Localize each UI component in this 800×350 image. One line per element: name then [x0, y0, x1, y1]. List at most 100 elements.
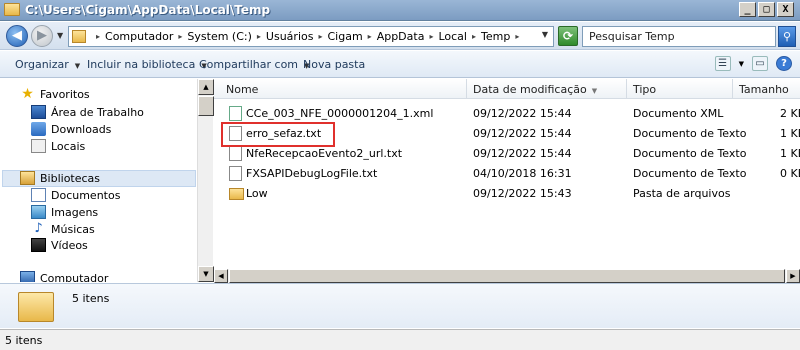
chevron-right-icon[interactable]: ▸: [429, 32, 433, 41]
crumb-appdata[interactable]: AppData: [377, 30, 425, 43]
file-list: Nome Data de modificação ▼ Tipo Tamanho C…: [214, 79, 800, 282]
scroll-right-button[interactable]: ▶: [786, 269, 800, 283]
forward-button[interactable]: ▶: [31, 25, 53, 47]
nav-item-bibliotecas[interactable]: Bibliotecas: [20, 171, 100, 185]
chevron-right-icon[interactable]: ▸: [96, 32, 100, 41]
scroll-down-button[interactable]: ▼: [198, 266, 214, 282]
crumb-system-c[interactable]: System (C:): [187, 30, 252, 43]
refresh-button[interactable]: ⟳: [558, 26, 578, 46]
chevron-right-icon[interactable]: ▸: [318, 32, 322, 41]
maximize-button[interactable]: □: [758, 2, 775, 17]
scrollbar-thumb[interactable]: [198, 96, 214, 116]
navigation-scrollbar[interactable]: ▲ ▼: [197, 79, 214, 282]
folder-icon: [18, 292, 54, 322]
libraries-icon: [20, 171, 35, 185]
title-bar: C:\Users\Cigam\AppData\Local\Temp _ □ X: [0, 0, 800, 21]
nav-item-area-trabalho[interactable]: Área de Trabalho: [31, 105, 144, 119]
chevron-right-icon[interactable]: ▸: [257, 32, 261, 41]
organizar-label: Organizar: [15, 58, 69, 71]
scrollbar-thumb[interactable]: [229, 269, 785, 283]
view-options-icon[interactable]: ☰: [714, 56, 731, 71]
organizar-menu[interactable]: Organizar ▼: [15, 58, 80, 71]
file-row[interactable]: Low 09/12/2022 15:43 Pasta de arquivos: [214, 184, 800, 204]
nav-label: Computador: [40, 271, 109, 283]
file-name: NfeRecepcaoEvento2_url.txt: [246, 147, 403, 160]
chevron-right-icon[interactable]: ▸: [178, 32, 182, 41]
compartilhar-menu[interactable]: Compartilhar com ▼: [199, 58, 309, 71]
nova-pasta-button[interactable]: Nova pasta: [303, 58, 365, 71]
nav-label: Locais: [51, 139, 86, 153]
chevron-down-icon[interactable]: ▼: [739, 60, 744, 68]
text-file-icon: [229, 146, 242, 161]
navigation-pane: ★ Favoritos Área de Trabalho Downloads L…: [0, 79, 197, 282]
column-tamanho[interactable]: Tamanho: [739, 83, 789, 96]
incluir-label: Incluir na biblioteca: [87, 58, 196, 71]
text-file-icon: [229, 166, 242, 181]
column-divider[interactable]: [732, 79, 733, 99]
column-divider[interactable]: [466, 79, 467, 99]
close-button[interactable]: X: [777, 2, 794, 17]
desktop-icon: [31, 105, 46, 119]
crumb-computador[interactable]: Computador: [105, 30, 173, 43]
folder-icon: [229, 188, 244, 200]
chevron-right-icon[interactable]: ▸: [515, 32, 519, 41]
column-data[interactable]: Data de modificação ▼: [473, 83, 597, 96]
nav-item-downloads[interactable]: Downloads: [31, 122, 111, 136]
nav-label: Imagens: [51, 205, 99, 219]
chevron-right-icon[interactable]: ▸: [368, 32, 372, 41]
chevron-down-icon: ▼: [74, 62, 81, 70]
file-list-scrollbar[interactable]: ◀ ▶: [214, 269, 800, 283]
column-divider[interactable]: [626, 79, 627, 99]
nav-item-computador[interactable]: Computador: [20, 271, 108, 282]
window-title: C:\Users\Cigam\AppData\Local\Temp: [25, 3, 271, 17]
documents-icon: [31, 188, 46, 202]
recent-places-icon: [31, 139, 46, 153]
file-name: CCe_003_NFE_0000001204_1.xml: [246, 107, 434, 120]
file-size: 0 KB: [780, 167, 800, 180]
crumb-cigam[interactable]: Cigam: [327, 30, 362, 43]
scroll-left-button[interactable]: ◀: [214, 269, 228, 283]
search-icon[interactable]: ⚲: [778, 26, 796, 47]
file-type: Documento XML: [633, 107, 724, 120]
highlight-box: [221, 122, 335, 147]
column-tipo[interactable]: Tipo: [633, 83, 656, 96]
nav-label: Bibliotecas: [40, 171, 101, 185]
file-row[interactable]: NfeRecepcaoEvento2_url.txt 09/12/2022 15…: [214, 144, 800, 164]
file-name: FXSAPIDebugLogFile.txt: [246, 167, 378, 180]
nav-item-documentos[interactable]: Documentos: [31, 188, 120, 202]
back-button[interactable]: ◀: [6, 25, 28, 47]
nav-item-favoritos[interactable]: ★ Favoritos: [20, 86, 89, 102]
help-icon[interactable]: ?: [776, 56, 792, 71]
column-nome[interactable]: Nome: [226, 83, 258, 96]
nav-item-imagens[interactable]: Imagens: [31, 205, 98, 219]
crumb-temp[interactable]: Temp: [481, 30, 510, 43]
address-history-dropdown[interactable]: ▼: [542, 30, 548, 39]
chevron-right-icon[interactable]: ▸: [472, 32, 476, 41]
nav-label: Downloads: [51, 122, 112, 136]
crumb-local[interactable]: Local: [438, 30, 467, 43]
nav-item-videos[interactable]: Vídeos: [31, 238, 88, 252]
crumb-usuarios[interactable]: Usuários: [266, 30, 314, 43]
sort-arrow-icon: ▼: [591, 87, 598, 95]
file-date: 09/12/2022 15:44: [473, 147, 572, 160]
folder-icon: [72, 30, 86, 43]
computer-icon: [20, 271, 35, 282]
item-count: 5 itens: [72, 292, 110, 305]
scroll-up-button[interactable]: ▲: [198, 79, 214, 95]
nav-item-locais[interactable]: Locais: [31, 139, 85, 153]
file-row[interactable]: CCe_003_NFE_0000001204_1.xml 09/12/2022 …: [214, 104, 800, 124]
nav-label: Músicas: [51, 222, 95, 236]
minimize-button[interactable]: _: [739, 2, 756, 17]
preview-pane-icon[interactable]: ▭: [752, 56, 768, 71]
recent-pages-dropdown[interactable]: ▼: [57, 31, 63, 40]
nav-item-musicas[interactable]: ♪ Músicas: [31, 222, 95, 236]
file-row[interactable]: FXSAPIDebugLogFile.txt 04/10/2018 16:31 …: [214, 164, 800, 184]
incluir-biblioteca-menu[interactable]: Incluir na biblioteca ▼: [87, 58, 207, 71]
nav-label: Área de Trabalho: [51, 105, 144, 119]
search-input[interactable]: Pesquisar Temp: [582, 26, 776, 47]
star-icon: ★: [21, 86, 34, 102]
file-date: 09/12/2022 15:43: [473, 187, 572, 200]
column-data-label: Data de modificação: [473, 83, 587, 96]
address-box[interactable]: ▸ Computador ▸ System (C:) ▸ Usuários ▸ …: [68, 26, 554, 47]
file-date: 09/12/2022 15:44: [473, 107, 572, 120]
